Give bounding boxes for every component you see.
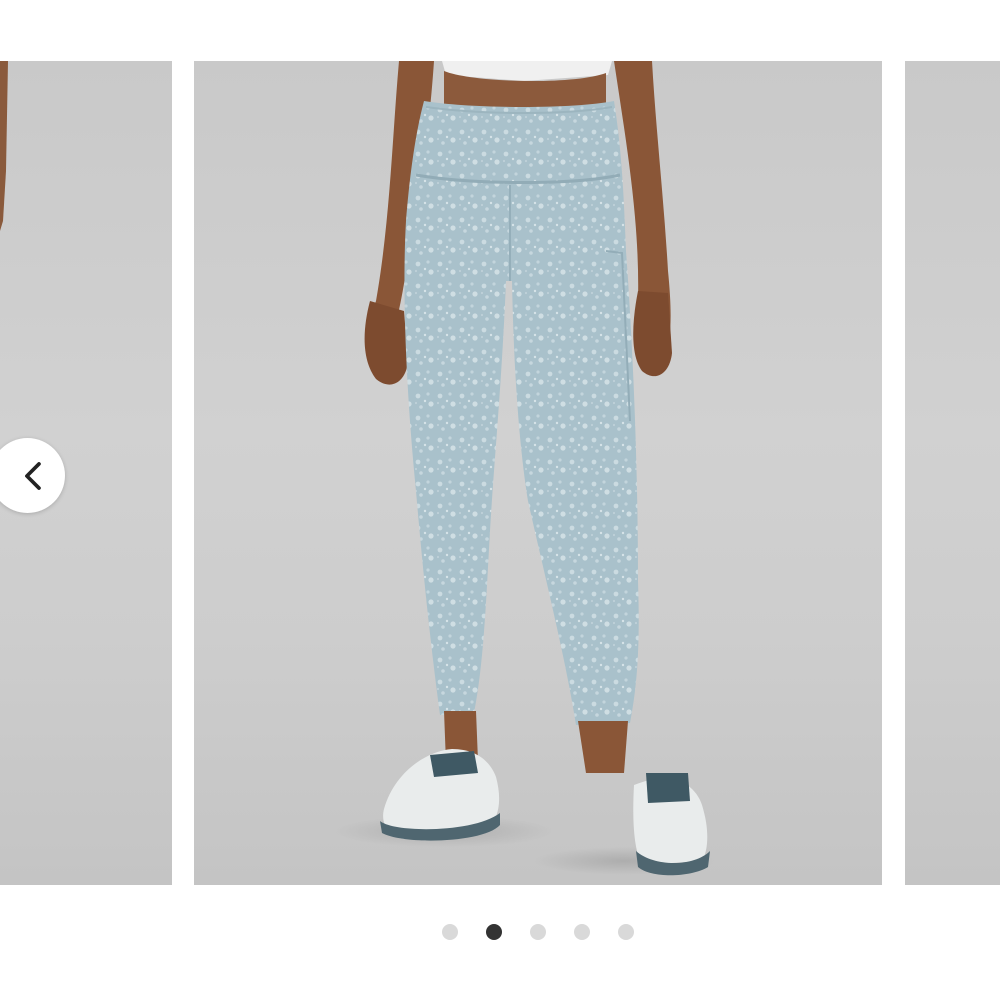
pagination-dot-active[interactable] <box>486 924 502 940</box>
pagination-dot[interactable] <box>442 924 458 940</box>
next-slide-image[interactable] <box>905 61 1000 885</box>
next-slide-photo <box>905 61 1000 885</box>
carousel-pagination <box>0 922 1000 942</box>
leggings-product-photo <box>334 61 714 876</box>
pagination-dot[interactable] <box>618 924 634 940</box>
pagination-dot[interactable] <box>530 924 546 940</box>
pagination-dot[interactable] <box>574 924 590 940</box>
chevron-left-icon <box>24 461 41 490</box>
product-image-carousel <box>0 0 1000 1000</box>
current-slide-image[interactable] <box>194 61 882 885</box>
